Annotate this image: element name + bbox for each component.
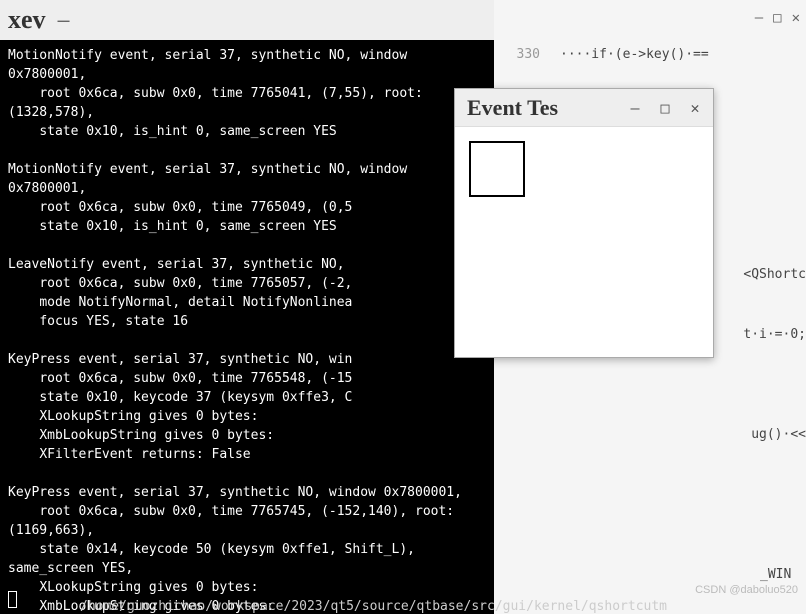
- line-number: [500, 425, 531, 445]
- minimize-icon[interactable]: –: [54, 8, 74, 32]
- code-text: ····if·(e->key()·==: [560, 45, 709, 65]
- popup-body[interactable]: [455, 127, 713, 357]
- close-icon[interactable]: ✕: [792, 10, 800, 26]
- terminal-titlebar[interactable]: xev –: [0, 0, 494, 40]
- popup-window-controls: – □ ✕: [621, 94, 709, 122]
- bottom-path: /home/guozhichao/workspace/2023/qt5/sour…: [80, 599, 667, 614]
- terminal-text: MotionNotify event, serial 37, synthetic…: [8, 48, 462, 614]
- editor-window-controls: – □ ✕: [755, 10, 800, 26]
- code-text: _WIN: [560, 565, 791, 585]
- terminal-cursor: [8, 591, 17, 608]
- terminal-title: xev: [8, 5, 46, 35]
- event-tester-window[interactable]: Event Tes – □ ✕: [454, 88, 714, 358]
- maximize-icon[interactable]: □: [773, 10, 781, 26]
- line-number: [500, 565, 540, 585]
- popup-minimize-button[interactable]: –: [621, 94, 649, 122]
- event-tester-box[interactable]: [469, 141, 525, 197]
- terminal-output[interactable]: MotionNotify event, serial 37, synthetic…: [0, 40, 494, 614]
- minimize-icon[interactable]: –: [755, 10, 763, 26]
- popup-close-button[interactable]: ✕: [681, 94, 709, 122]
- popup-titlebar[interactable]: Event Tes – □ ✕: [455, 89, 713, 127]
- line-number: 330: [500, 45, 540, 65]
- code-text: ug()·<<: [551, 425, 806, 445]
- popup-maximize-button[interactable]: □: [651, 94, 679, 122]
- watermark: CSDN @daboluo520: [695, 584, 798, 596]
- popup-title: Event Tes: [467, 95, 558, 121]
